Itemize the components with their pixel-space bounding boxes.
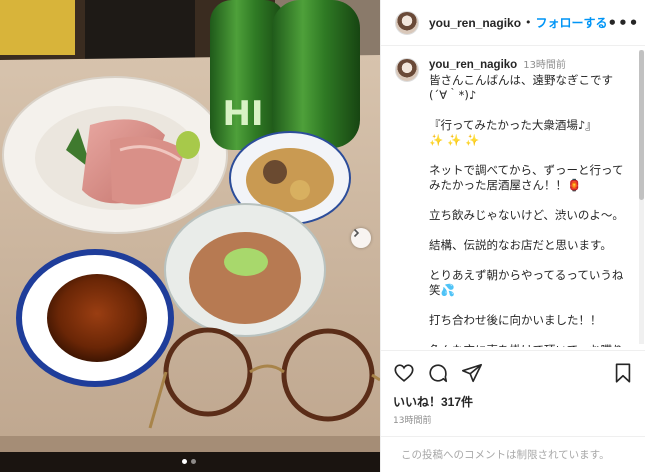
caption-line: ✨ ✨ ✨ bbox=[429, 133, 480, 147]
caption-line bbox=[429, 298, 632, 313]
caption-scrollbar[interactable] bbox=[639, 50, 644, 344]
carousel-dot-2 bbox=[191, 459, 196, 464]
comments-disabled-text: この投稿へのコメントは制限されています。 bbox=[401, 449, 610, 461]
carousel-dot-1 bbox=[182, 459, 187, 464]
post-sidebar: you_ren_nagiko • フォローする ••• you_ren_nagi… bbox=[380, 0, 645, 472]
bottle-label: HI bbox=[222, 94, 263, 134]
caption-time: 13時間前 bbox=[523, 60, 566, 71]
caption-line: 皆さんこんばんは、遠野なぎこです bbox=[429, 73, 613, 87]
caption-header: you_ren_nagiko 13時間前 bbox=[429, 57, 632, 73]
avatar[interactable] bbox=[395, 10, 419, 35]
caption-line: ネットで調べてから、ずっーと行って bbox=[429, 163, 624, 177]
caption-line: みたかった居酒屋さん！！🏮 bbox=[429, 178, 582, 192]
follow-button[interactable]: フォローする bbox=[536, 14, 608, 31]
comment-restricted-bar: この投稿へのコメントは制限されています。 bbox=[381, 436, 645, 472]
caption-line: 『行ってみたかった大衆酒場♪』 bbox=[429, 118, 597, 132]
caption-scroll-area[interactable]: you_ren_nagiko 13時間前 皆さんこんばんは、遠野なぎこです (´∀｀… bbox=[381, 47, 645, 347]
scrollbar-thumb[interactable] bbox=[639, 50, 644, 200]
action-bar: いいね！317件 13時間前 bbox=[381, 350, 645, 426]
carousel-indicator bbox=[182, 459, 196, 464]
caption-avatar[interactable] bbox=[395, 58, 419, 82]
carousel-next-button[interactable] bbox=[351, 228, 371, 248]
caption-line: 立ち飲みじゃないけど、渋いのよ〜。 bbox=[429, 208, 624, 222]
header-separator: • bbox=[525, 16, 532, 29]
more-options-button[interactable]: ••• bbox=[608, 14, 640, 32]
chevron-right-icon bbox=[353, 228, 360, 238]
caption-line: 打ち合わせ後に向かいました！！ bbox=[429, 313, 602, 327]
heart-icon[interactable] bbox=[393, 362, 415, 384]
caption-line bbox=[429, 103, 632, 118]
caption-line: 結構、伝説的なお店だと思います。 bbox=[429, 238, 612, 252]
caption-line bbox=[429, 328, 632, 343]
caption: you_ren_nagiko 13時間前 皆さんこんばんは、遠野なぎこです (´∀｀… bbox=[429, 57, 632, 347]
caption-text: 皆さんこんばんは、遠野なぎこです (´∀｀*)♪ 『行ってみたかった大衆酒場♪』 ✨… bbox=[429, 73, 632, 347]
header-username[interactable]: you_ren_nagiko bbox=[429, 16, 521, 30]
post-header: you_ren_nagiko • フォローする ••• bbox=[381, 0, 645, 46]
caption-line bbox=[429, 253, 632, 268]
post-photo[interactable]: HI bbox=[0, 0, 380, 472]
post-timestamp: 13時間前 bbox=[393, 416, 432, 426]
caption-line: (´∀｀*)♪ bbox=[429, 88, 477, 102]
caption-line: 色んな方に声を掛けて頂いて、お喋り bbox=[429, 343, 632, 347]
bookmark-icon[interactable] bbox=[612, 362, 634, 384]
caption-line: 笑💦 bbox=[429, 283, 455, 297]
like-count[interactable]: いいね！317件 bbox=[393, 393, 634, 410]
caption-line bbox=[429, 148, 632, 163]
caption-username[interactable]: you_ren_nagiko bbox=[429, 59, 517, 71]
caption-line: とりあえず朝からやってるっていうね bbox=[429, 268, 624, 282]
caption-line bbox=[429, 223, 632, 238]
caption-line bbox=[429, 193, 632, 208]
photo-image: HI bbox=[0, 0, 380, 472]
share-icon[interactable] bbox=[461, 362, 483, 384]
comment-icon[interactable] bbox=[427, 362, 449, 384]
